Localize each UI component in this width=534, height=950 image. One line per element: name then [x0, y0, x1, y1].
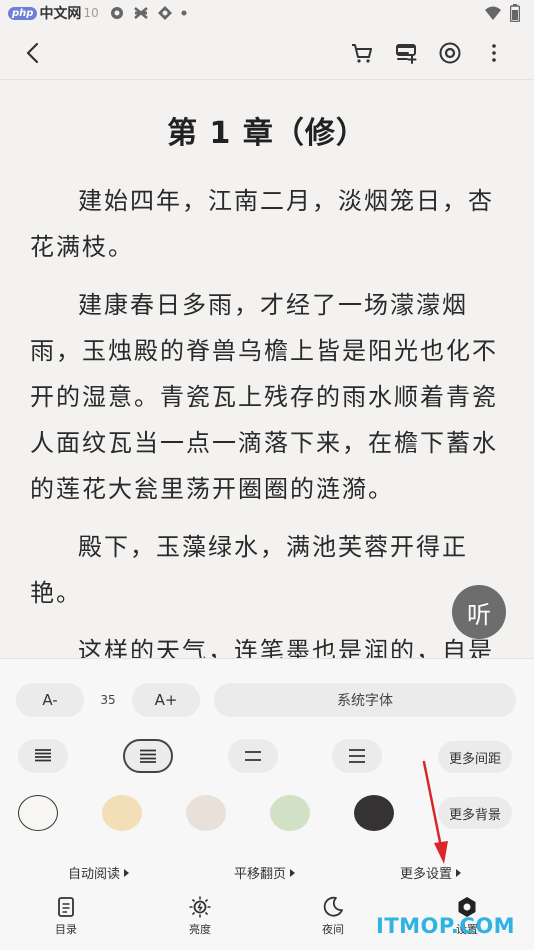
status-system-icons: [484, 4, 520, 22]
status-time: 10: [83, 6, 99, 20]
paragraph: 这样的天气，连笔墨也是润的，自是: [78, 637, 494, 658]
auto-read-label: 自动阅读: [68, 867, 121, 882]
font-increase-button[interactable]: A+: [132, 683, 200, 717]
spacing-normal-button[interactable]: [123, 739, 173, 773]
background-row: 更多背景: [18, 795, 518, 835]
auto-read-option[interactable]: 自动阅读: [68, 863, 130, 882]
more-spacing-button[interactable]: 更多间距: [438, 741, 512, 773]
page-turn-option[interactable]: 平移翻页: [234, 863, 296, 882]
reading-options-row: 自动阅读 平移翻页 更多设置: [0, 863, 534, 887]
tab-night[interactable]: 夜间: [298, 895, 368, 937]
brightness-icon: [189, 896, 211, 918]
line-spacing-row: 更多间距: [18, 739, 518, 775]
reader-settings-panel: A- 35 A+ 系统字体 更多间距 更多背景 自动阅读 平移翻页 更多设置 目…: [0, 658, 534, 950]
notification-icon: [110, 7, 123, 19]
battery-icon: [510, 4, 520, 22]
font-family-button[interactable]: 系统字体: [214, 683, 516, 717]
spacing-loose-button[interactable]: [332, 739, 382, 773]
spacing-wide-icon: [245, 751, 261, 761]
cart-button[interactable]: [340, 31, 384, 75]
itmop-watermark: ITMOP.COM: [376, 914, 516, 938]
app-bar: [0, 26, 534, 80]
capcut-icon: [133, 7, 148, 19]
status-notification-icons: [109, 5, 187, 21]
bg-swatch-white[interactable]: [18, 795, 58, 831]
add-to-shelf-button[interactable]: [384, 31, 428, 75]
bg-swatch-green[interactable]: [270, 795, 310, 831]
bg-swatch-beige[interactable]: [186, 795, 226, 831]
add-to-shelf-icon: [396, 43, 417, 64]
dot-icon: [181, 10, 187, 16]
reading-content: 第 1 章（修） 建始四年，江南二月，淡烟笼日，杏花满枝。 建康春日多雨，才经了…: [0, 80, 534, 658]
target-button[interactable]: [428, 31, 472, 75]
font-decrease-button[interactable]: A-: [16, 683, 84, 717]
status-bar: php 中文网 10: [0, 0, 534, 26]
caret-right-icon: [124, 868, 130, 877]
more-vert-icon: [492, 43, 496, 62]
bg-swatch-dark[interactable]: [354, 795, 394, 831]
chapter-title: 第 1 章（修）: [167, 116, 367, 151]
more-background-button[interactable]: 更多背景: [438, 797, 512, 829]
back-arrow-icon: [26, 42, 39, 63]
caret-right-icon: [290, 868, 296, 877]
moon-icon: [323, 896, 343, 917]
php-watermark-text: 中文网: [39, 6, 82, 22]
more-settings-label: 更多设置: [400, 867, 453, 882]
paragraph: 建始四年，江南二月，淡烟笼日，杏花满枝。: [30, 187, 494, 261]
tab-catalog[interactable]: 目录: [31, 895, 101, 937]
php-watermark-badge: php: [8, 6, 38, 20]
listen-button[interactable]: 听: [452, 585, 506, 639]
font-size-value: 35: [100, 693, 116, 707]
catalog-icon: [58, 897, 74, 917]
bg-swatch-yellow[interactable]: [102, 795, 142, 831]
spacing-normal-icon: [140, 749, 156, 763]
tab-catalog-label: 目录: [55, 923, 77, 936]
page-turn-label: 平移翻页: [234, 867, 287, 882]
php-watermark: php 中文网: [8, 3, 81, 23]
tab-brightness[interactable]: 亮度: [165, 895, 235, 937]
app-notification-icon: [157, 6, 172, 20]
caret-right-icon: [456, 868, 462, 877]
spacing-compact-icon: [35, 749, 51, 762]
more-settings-option[interactable]: 更多设置: [400, 863, 462, 882]
paragraph: 殿下，玉藻绿水，满池芙蓉开得正艳。: [30, 533, 468, 607]
paragraph: 建康春日多雨，才经了一场濛濛烟雨，玉烛殿的脊兽乌檐上皆是阳光也化不开的湿意。青瓷…: [30, 291, 498, 503]
back-button[interactable]: [12, 31, 56, 75]
font-size-row: A- 35 A+ 系统字体: [16, 683, 516, 717]
cart-icon: [352, 43, 372, 63]
target-icon: [439, 42, 461, 63]
tab-night-label: 夜间: [322, 923, 344, 936]
spacing-compact-button[interactable]: [18, 739, 68, 773]
more-options-button[interactable]: [472, 31, 516, 75]
spacing-loose-icon: [349, 749, 365, 763]
wifi-icon: [485, 6, 501, 20]
tab-brightness-label: 亮度: [189, 923, 211, 936]
spacing-wide-button[interactable]: [228, 739, 278, 773]
